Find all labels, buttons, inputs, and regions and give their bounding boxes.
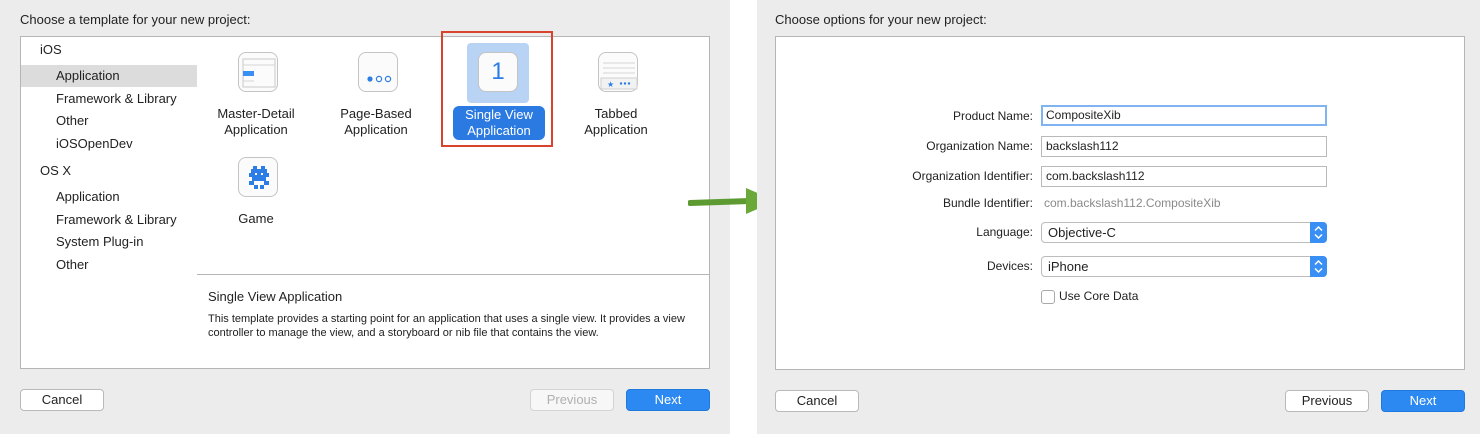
- template-label: Tabbed Application: [584, 106, 648, 137]
- previous-button[interactable]: Previous: [530, 389, 614, 411]
- template-label: Page-Based Application: [340, 106, 412, 137]
- cancel-button[interactable]: Cancel: [775, 390, 859, 412]
- organization-identifier-field[interactable]: com.backslash112: [1041, 166, 1327, 187]
- product-name-label: Product Name:: [952, 109, 1033, 123]
- sidebar-item-osx[interactable]: OS X: [21, 160, 197, 182]
- sidebar-item-ios-framework-library[interactable]: Framework & Library: [21, 88, 197, 110]
- svg-text:★: ★: [607, 80, 614, 89]
- language-select-value: Objective-C: [1048, 225, 1116, 240]
- description-title: Single View Application: [208, 289, 343, 304]
- template-game[interactable]: Game: [201, 142, 311, 227]
- devices-select-value: iPhone: [1048, 259, 1089, 274]
- previous-button[interactable]: Previous: [1285, 390, 1369, 412]
- next-button[interactable]: Next: [1381, 390, 1465, 412]
- template-description: Single View Application This template pr…: [197, 274, 710, 369]
- template-tabbed[interactable]: ★ Tabbed Application: [561, 37, 671, 147]
- sidebar-item-ios-other[interactable]: Other: [21, 110, 197, 132]
- sidebar-item-ios-application[interactable]: Application: [21, 65, 197, 87]
- organization-name-label: Organization Name:: [926, 139, 1033, 153]
- chevron-updown-icon: [1310, 222, 1327, 243]
- sidebar-item-osx-application[interactable]: Application: [21, 186, 197, 208]
- cancel-button[interactable]: Cancel: [20, 389, 104, 411]
- sidebar-item-iosopendev[interactable]: iOSOpenDev: [21, 133, 197, 155]
- sidebar-item-system-plugin[interactable]: System Plug-in: [21, 231, 197, 253]
- template-sidebar: iOS Application Framework & Library Othe…: [20, 36, 198, 369]
- organization-identifier-label: Organization Identifier:: [912, 169, 1033, 183]
- bundle-identifier-label: Bundle Identifier:: [942, 196, 1033, 210]
- use-core-data-checkbox[interactable]: [1041, 290, 1055, 304]
- language-select[interactable]: Objective-C: [1041, 222, 1327, 243]
- devices-select[interactable]: iPhone: [1041, 256, 1327, 277]
- template-master-detail[interactable]: Master-Detail Application: [201, 37, 311, 147]
- template-label: Game: [238, 211, 274, 226]
- options-heading: Choose options for your new project:: [775, 12, 987, 27]
- description-text: This template provides a starting point …: [208, 313, 685, 339]
- sidebar-item-ios[interactable]: iOS: [21, 39, 197, 61]
- product-name-field[interactable]: CompositeXib: [1041, 105, 1327, 126]
- next-button[interactable]: Next: [626, 389, 710, 411]
- language-label: Language:: [976, 225, 1033, 239]
- tabbed-icon: ★: [598, 52, 638, 92]
- annotation-highlight-box: [441, 31, 553, 147]
- organization-name-field[interactable]: backslash112: [1041, 136, 1327, 157]
- use-core-data-label: Use Core Data: [1059, 289, 1139, 303]
- page-based-icon: [358, 52, 398, 92]
- chevron-updown-icon: [1310, 256, 1327, 277]
- sidebar-item-osx-framework-library[interactable]: Framework & Library: [21, 209, 197, 231]
- template-label: Master-Detail Application: [217, 106, 295, 137]
- game-icon: [238, 157, 278, 197]
- bundle-identifier-value: com.backslash112.CompositeXib: [1044, 196, 1221, 210]
- master-detail-icon: [238, 52, 278, 92]
- devices-label: Devices:: [986, 259, 1033, 273]
- sidebar-item-osx-other[interactable]: Other: [21, 254, 197, 276]
- template-chooser-heading: Choose a template for your new project:: [20, 12, 251, 27]
- template-page-based[interactable]: Page-Based Application: [321, 37, 431, 147]
